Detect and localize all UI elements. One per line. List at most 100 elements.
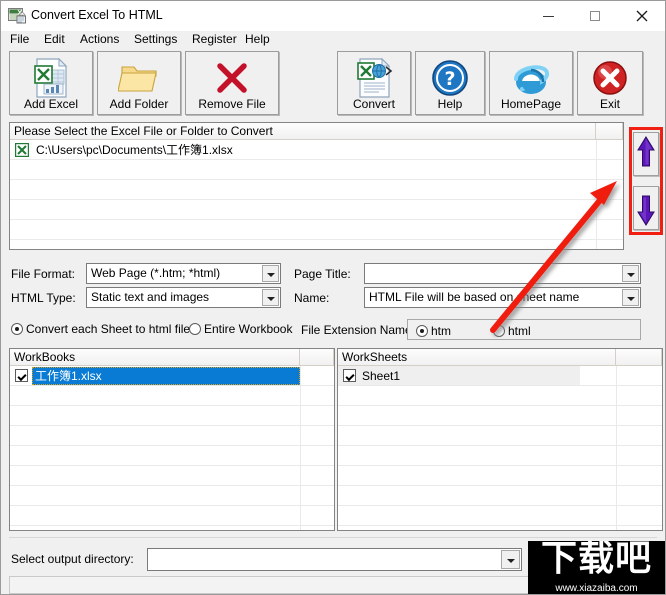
file-extension-group: htm html: [407, 319, 641, 340]
ext-html-radio[interactable]: html: [493, 324, 531, 338]
file-list-empty-row: [10, 240, 623, 249]
page-title-input[interactable]: [364, 263, 641, 284]
menu-bar: File Edit Actions Settings Register Help: [1, 31, 665, 48]
chevron-down-icon[interactable]: [262, 289, 279, 306]
worksheets-column2-header[interactable]: [616, 349, 662, 365]
name-label: Name:: [294, 291, 330, 305]
red-x-circle-icon: [589, 57, 631, 102]
workbook-selected-highlight: 工作簿1.xlsx: [32, 367, 300, 385]
workbooks-list[interactable]: WorkBooks 工作簿1.xlsx: [9, 348, 335, 531]
workbooks-column-header[interactable]: WorkBooks: [10, 349, 300, 365]
watermark-text: 下载吧: [540, 541, 652, 579]
convert-each-sheet-radio[interactable]: Convert each Sheet to html file: [11, 322, 190, 336]
watermark-url: www.xiazaiba.com: [555, 583, 638, 594]
entire-workbook-radio[interactable]: Entire Workbook: [189, 322, 292, 336]
chevron-down-icon[interactable]: [262, 265, 279, 282]
menu-item-register[interactable]: Register: [188, 32, 241, 47]
remove-file-button[interactable]: Remove File: [185, 51, 279, 115]
title-bar: Convert Excel To HTML: [1, 1, 665, 31]
file-list-column-header[interactable]: Please Select the Excel File or Folder t…: [10, 123, 596, 139]
radio-dot-icon: [189, 323, 201, 335]
menu-item-edit[interactable]: Edit: [40, 32, 69, 47]
worksheets-empty-row: [338, 486, 662, 506]
window-title: Convert Excel To HTML: [31, 8, 163, 22]
watermark: 下载吧 www.xiazaiba.com: [528, 541, 665, 594]
menu-item-file[interactable]: File: [6, 32, 33, 47]
worksheets-list[interactable]: WorkSheets Sheet1: [337, 348, 663, 531]
add-folder-button[interactable]: Add Folder: [97, 51, 181, 115]
html-type-select[interactable]: Static text and images: [86, 287, 281, 308]
file-list-body: C:\Users\pc\Documents\工作簿1.xlsx: [10, 140, 623, 249]
file-format-select[interactable]: Web Page (*.htm; *html): [86, 263, 281, 284]
worksheet-checkbox[interactable]: [343, 369, 356, 382]
move-up-button[interactable]: [633, 132, 659, 176]
file-list[interactable]: Please Select the Excel File or Folder t…: [9, 122, 624, 250]
file-list-empty-row: [10, 160, 623, 180]
workbooks-empty-row: [10, 406, 334, 426]
ext-htm-label: htm: [431, 324, 452, 338]
homepage-button[interactable]: HomePage: [489, 51, 573, 115]
chevron-down-icon[interactable]: [501, 550, 520, 569]
menu-item-help[interactable]: Help: [241, 32, 274, 47]
worksheet-name: Sheet1: [362, 369, 401, 383]
help-button[interactable]: ? Help: [415, 51, 485, 115]
worksheets-empty-row: [338, 406, 662, 426]
chevron-down-icon[interactable]: [622, 265, 639, 282]
workbooks-empty-row: [10, 506, 334, 526]
workbooks-empty-row: [10, 526, 334, 530]
worksheets-row[interactable]: Sheet1: [338, 366, 662, 386]
workbook-name: 工作簿1.xlsx: [35, 369, 102, 383]
file-list-empty-row: [10, 220, 623, 240]
name-value: HTML File will be based on sheet name: [369, 290, 580, 304]
maximize-button[interactable]: [573, 1, 619, 31]
svg-text:?: ?: [444, 68, 455, 90]
workbooks-row[interactable]: 工作簿1.xlsx: [10, 366, 334, 386]
excel-file-icon: [14, 142, 30, 158]
file-format-label: File Format:: [11, 267, 76, 281]
convert-each-sheet-label: Convert each Sheet to html file: [26, 322, 191, 336]
menu-item-settings[interactable]: Settings: [130, 32, 181, 47]
workbooks-column2-header[interactable]: [300, 349, 334, 365]
file-path-text: C:\Users\pc\Documents\工作簿1.xlsx: [36, 143, 233, 157]
worksheets-header: WorkSheets: [338, 349, 662, 366]
workbooks-body: 工作簿1.xlsx: [10, 366, 334, 530]
ext-html-label: html: [508, 324, 531, 338]
move-down-button[interactable]: [633, 186, 659, 230]
name-select[interactable]: HTML File will be based on sheet name: [364, 287, 641, 308]
file-list-empty-row: [10, 200, 623, 220]
html-type-value: Static text and images: [91, 290, 210, 304]
menu-item-actions[interactable]: Actions: [76, 32, 123, 47]
worksheets-empty-row: [338, 526, 662, 530]
minimize-button[interactable]: [527, 1, 573, 31]
workbooks-header: WorkBooks: [10, 349, 334, 366]
internet-explorer-icon: [510, 57, 552, 102]
add-folder-label: Add Folder: [109, 97, 169, 111]
radio-dot-icon: [11, 323, 23, 335]
folder-icon: [117, 57, 160, 102]
close-button[interactable]: [619, 1, 665, 31]
worksheets-empty-row: [338, 506, 662, 526]
chevron-down-icon[interactable]: [622, 289, 639, 306]
move-down-arrow-icon: [637, 195, 655, 226]
radio-dot-icon: [416, 325, 428, 337]
exit-button[interactable]: Exit: [577, 51, 643, 115]
workbooks-empty-row: [10, 386, 334, 406]
file-list-column2-header[interactable]: [596, 123, 623, 139]
file-list-header: Please Select the Excel File or Folder t…: [10, 123, 623, 140]
worksheets-empty-row: [338, 446, 662, 466]
add-excel-button[interactable]: Add Excel: [9, 51, 93, 115]
output-directory-input[interactable]: [147, 548, 522, 571]
worksheets-empty-row: [338, 386, 662, 406]
output-directory-label: Select output directory:: [11, 552, 134, 566]
ext-htm-radio[interactable]: htm: [416, 324, 451, 338]
convert-label: Convert: [352, 97, 396, 111]
worksheets-column-header[interactable]: WorkSheets: [338, 349, 616, 365]
toolbar: Add Excel Add Folder Remove File Convert…: [1, 48, 665, 117]
convert-button[interactable]: Convert: [337, 51, 411, 115]
workbook-checkbox[interactable]: [15, 369, 28, 382]
file-list-row[interactable]: C:\Users\pc\Documents\工作簿1.xlsx: [10, 140, 623, 160]
file-extension-label: File Extension Name:: [301, 323, 416, 337]
help-label: Help: [437, 97, 463, 111]
excel-to-html-app-icon: [8, 7, 26, 24]
bottom-divider: [9, 537, 657, 538]
